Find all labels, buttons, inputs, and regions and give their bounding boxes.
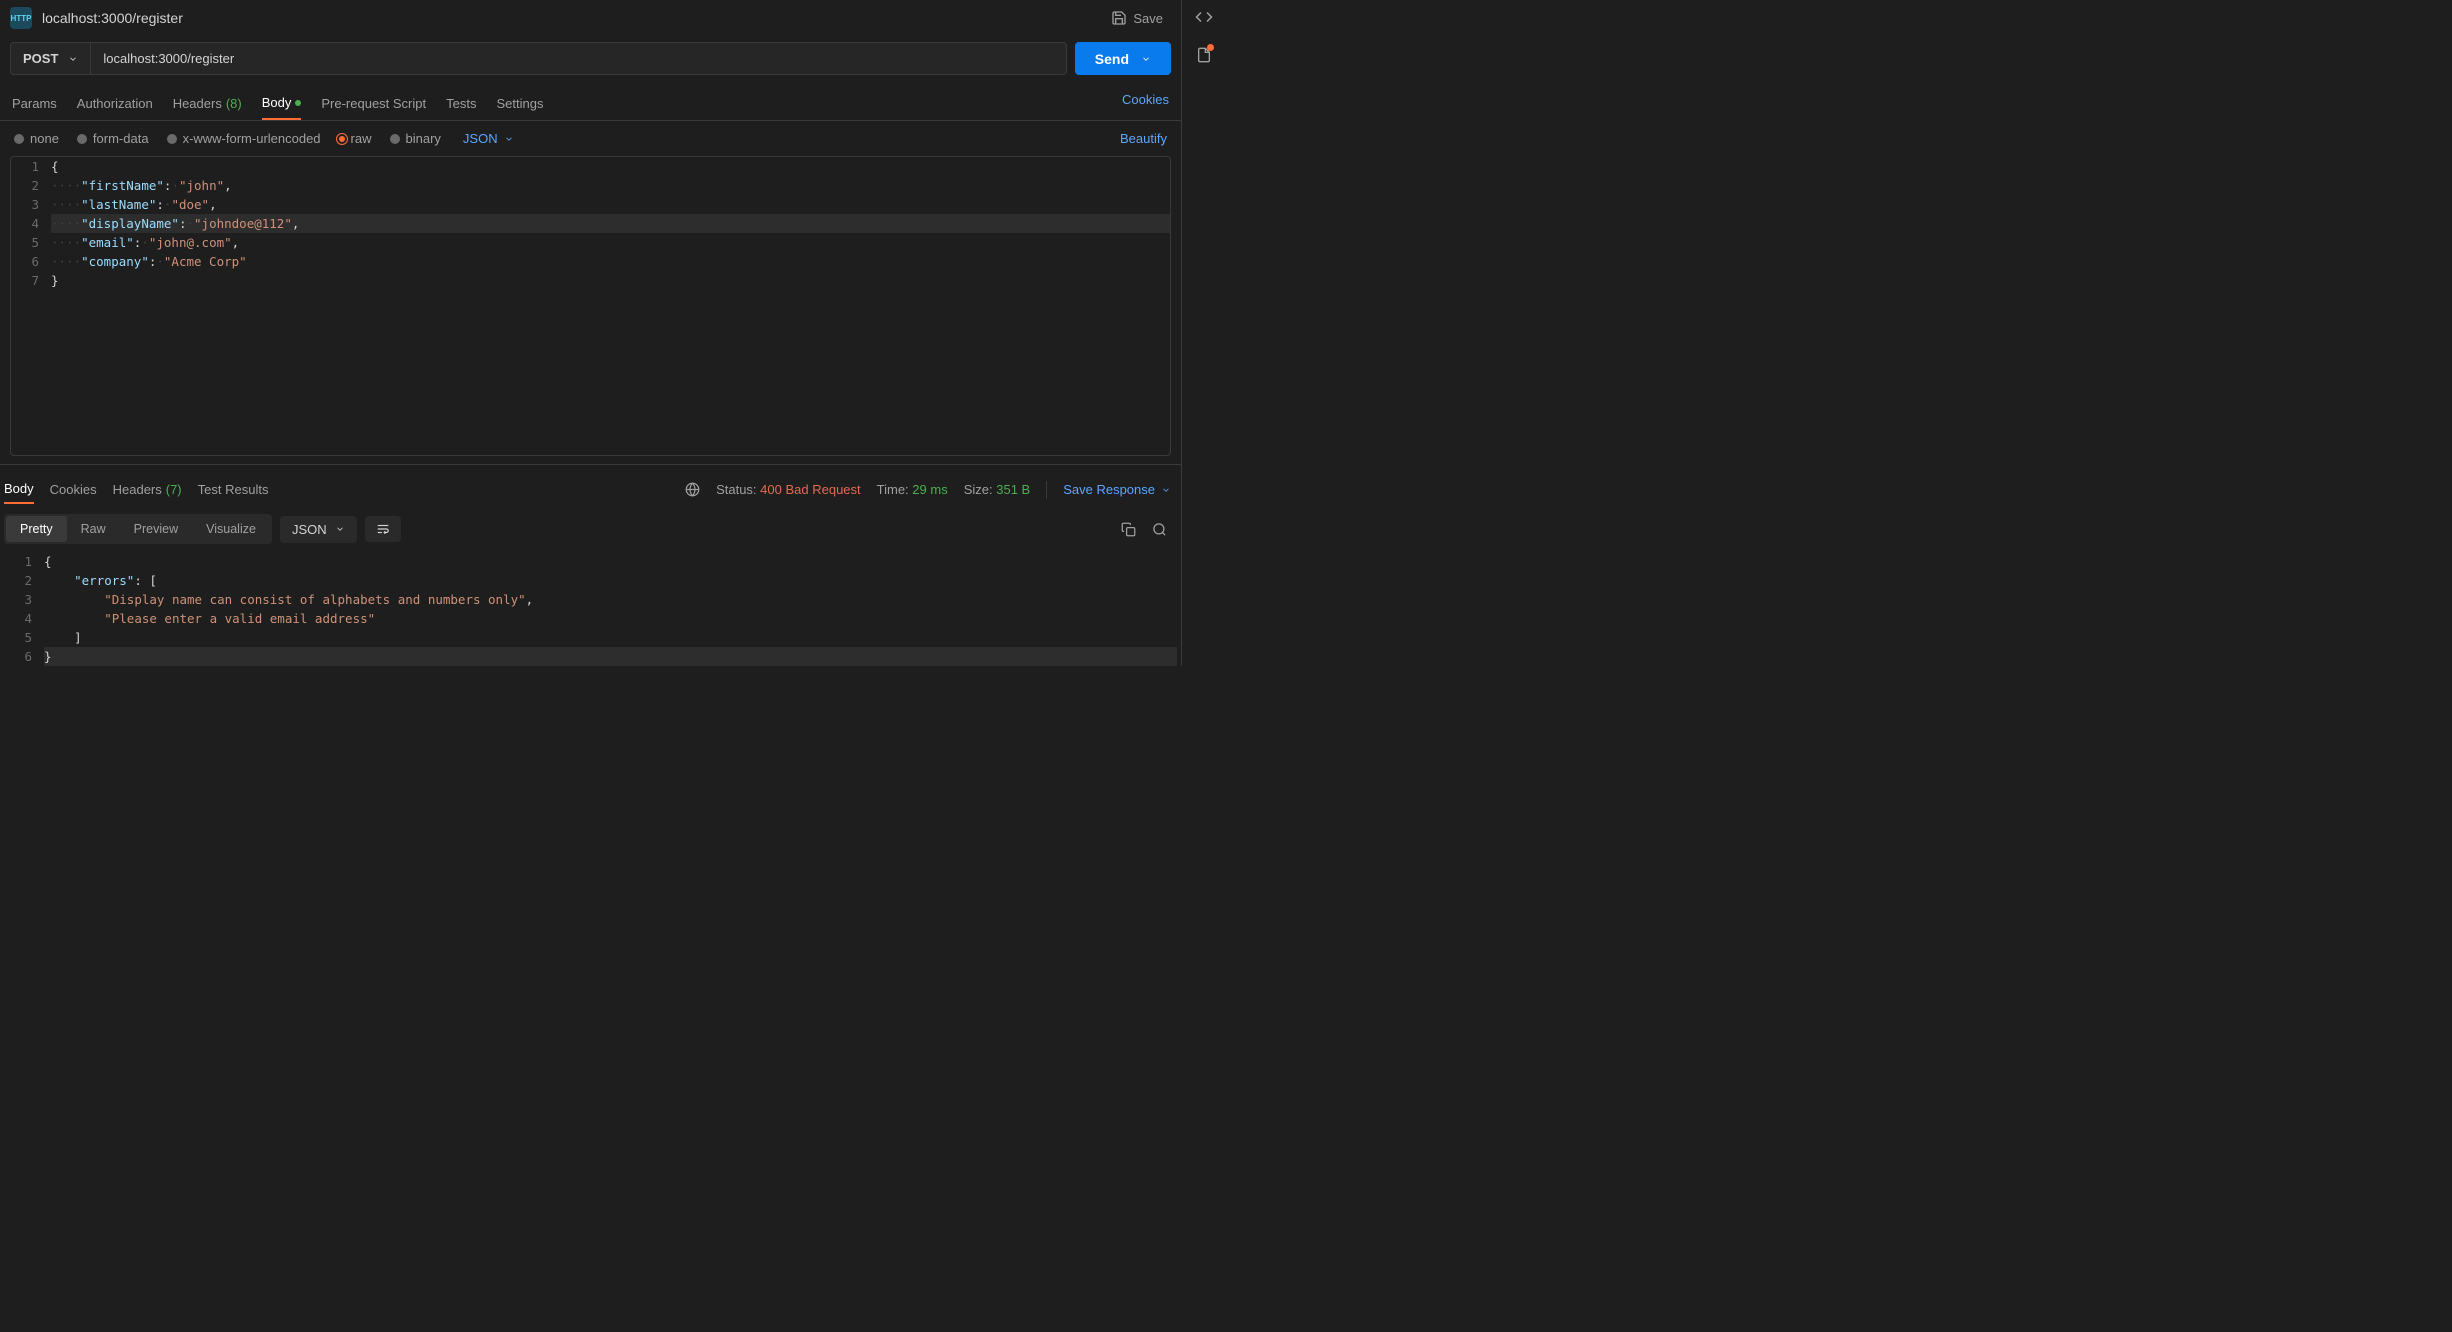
wrap-lines-button[interactable] — [365, 516, 401, 542]
notification-dot — [1207, 44, 1214, 51]
view-tabs: Pretty Raw Preview Visualize — [4, 514, 272, 544]
right-sidebar — [1182, 0, 1226, 666]
status-label: Status: — [716, 482, 756, 497]
request-bar: POST Send — [0, 36, 1181, 81]
save-icon — [1111, 10, 1127, 26]
raw-format-value: JSON — [463, 131, 498, 146]
method-value: POST — [23, 51, 58, 66]
time-label: Time: — [877, 482, 909, 497]
raw-format-select[interactable]: JSON — [463, 131, 514, 146]
tab-tests[interactable]: Tests — [446, 88, 476, 119]
headers-count: (8) — [226, 96, 242, 111]
request-tabs: Params Authorization Headers (8) Body Pr… — [0, 81, 1181, 121]
view-preview[interactable]: Preview — [120, 516, 192, 542]
response-tab-test-results[interactable]: Test Results — [198, 476, 269, 503]
status-value: 400 Bad Request — [760, 482, 860, 497]
save-label: Save — [1133, 11, 1163, 26]
request-body-editor[interactable]: 1 2 3 4 5 6 7 { ····"firstName":·"john",… — [10, 156, 1171, 456]
beautify-button[interactable]: Beautify — [1120, 131, 1167, 146]
body-type-urlencoded[interactable]: x-www-form-urlencoded — [167, 131, 321, 146]
response-tab-cookies[interactable]: Cookies — [50, 476, 97, 503]
search-button[interactable] — [1148, 518, 1171, 541]
tab-params[interactable]: Params — [12, 88, 57, 119]
body-type-binary[interactable]: binary — [390, 131, 441, 146]
tab-prerequest[interactable]: Pre-request Script — [321, 88, 426, 119]
view-pretty[interactable]: Pretty — [6, 516, 67, 542]
globe-icon[interactable] — [685, 482, 700, 497]
chevron-down-icon — [68, 54, 78, 64]
tab-body-label: Body — [262, 95, 292, 110]
save-button[interactable]: Save — [1103, 6, 1171, 30]
size-label: Size: — [964, 482, 993, 497]
cookies-link[interactable]: Cookies — [1122, 92, 1169, 115]
response-code: { "errors": [ "Display name can consist … — [44, 552, 1177, 666]
body-type-row: none form-data x-www-form-urlencoded raw… — [0, 121, 1181, 156]
tab-headers-label: Headers — [173, 96, 222, 111]
tab-authorization[interactable]: Authorization — [77, 88, 153, 119]
response-body-editor[interactable]: 1 2 3 4 5 6 { "errors": [ "Display name … — [4, 552, 1177, 666]
response-gutter: 1 2 3 4 5 6 — [4, 552, 44, 666]
tab-body[interactable]: Body — [262, 87, 302, 120]
response-headers-count: (7) — [166, 482, 182, 497]
body-type-raw[interactable]: raw — [339, 131, 372, 146]
response-tab-headers[interactable]: Headers (7) — [113, 476, 182, 503]
chevron-down-icon — [335, 524, 345, 534]
view-visualize[interactable]: Visualize — [192, 516, 270, 542]
wrap-icon — [375, 522, 391, 536]
comments-button[interactable] — [1196, 46, 1212, 64]
search-icon — [1152, 522, 1167, 537]
http-method-select[interactable]: POST — [11, 43, 91, 74]
send-label: Send — [1095, 51, 1129, 67]
titlebar: HTTP localhost:3000/register Save — [0, 0, 1181, 36]
size-value: 351 B — [996, 482, 1030, 497]
code-snippet-button[interactable] — [1195, 8, 1213, 26]
code-icon — [1195, 8, 1213, 26]
response-header: Body Cookies Headers (7) Test Results St… — [0, 464, 1181, 504]
tab-headers[interactable]: Headers (8) — [173, 88, 242, 119]
url-group: POST — [10, 42, 1067, 75]
send-button[interactable]: Send — [1075, 42, 1171, 75]
save-response-button[interactable]: Save Response — [1063, 482, 1171, 497]
body-type-none[interactable]: none — [14, 131, 59, 146]
response-tab-body[interactable]: Body — [4, 475, 34, 504]
response-format-select[interactable]: JSON — [280, 516, 357, 543]
body-modified-indicator — [295, 100, 301, 106]
chevron-down-icon — [1141, 54, 1151, 64]
time-value: 29 ms — [912, 482, 947, 497]
request-title: localhost:3000/register — [42, 10, 183, 26]
http-badge-icon: HTTP — [10, 7, 32, 29]
chevron-down-icon — [504, 134, 514, 144]
response-view-row: Pretty Raw Preview Visualize JSON — [0, 504, 1181, 552]
request-gutter: 1 2 3 4 5 6 7 — [11, 157, 51, 290]
copy-icon — [1121, 522, 1136, 537]
divider — [1046, 481, 1047, 499]
tab-settings[interactable]: Settings — [496, 88, 543, 119]
view-raw[interactable]: Raw — [67, 516, 120, 542]
copy-button[interactable] — [1117, 518, 1140, 541]
url-input[interactable] — [91, 43, 1065, 74]
request-code: { ····"firstName":·"john", ····"lastName… — [51, 157, 1170, 290]
chevron-down-icon — [1161, 485, 1171, 495]
body-type-formdata[interactable]: form-data — [77, 131, 149, 146]
